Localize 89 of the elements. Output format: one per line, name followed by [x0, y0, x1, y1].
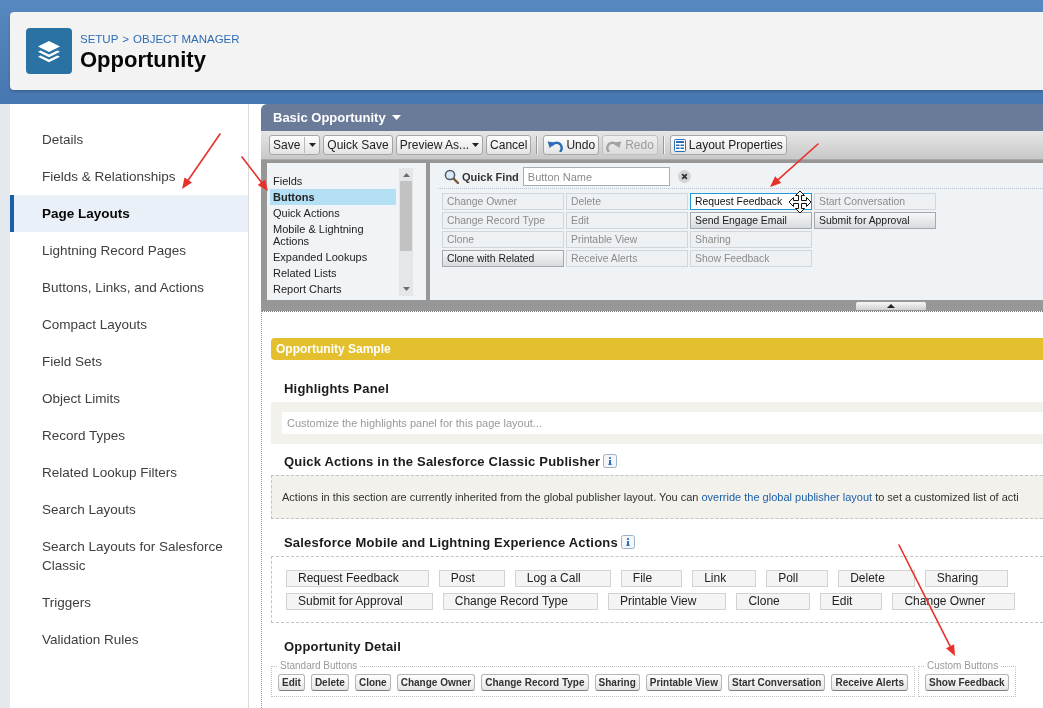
scrollbar-thumb[interactable] [400, 181, 412, 251]
sidebar-item[interactable]: Validation Rules [10, 621, 248, 658]
toolbar-button[interactable]: Layout Properties [669, 135, 787, 155]
action-item[interactable]: Link [692, 570, 757, 587]
highlights-drop-zone: Customize the highlights panel for this page layout... [282, 412, 1043, 434]
palette-item[interactable]: Submit for Approval [814, 212, 936, 229]
collapse-handle[interactable] [856, 302, 926, 310]
table-icon [673, 138, 686, 152]
sidebar-item[interactable]: Search Layouts for Salesforce Classic [10, 528, 248, 584]
palette-category[interactable]: Report Charts [270, 281, 396, 297]
layout-header-bar: Opportunity Sample [271, 338, 1043, 360]
section-title: Salesforce Mobile and Lightning Experience Actions [284, 534, 618, 550]
group-legend: Standard Buttons [278, 660, 360, 672]
toolbar-button[interactable]: Cancel [486, 135, 532, 155]
sidebar-item[interactable]: Object Limits [10, 380, 248, 417]
sidebar-item[interactable]: Related Lookup Filters [10, 454, 248, 491]
action-item[interactable]: Edit [819, 593, 883, 610]
toolbar-button[interactable]: Preview As... [395, 135, 484, 155]
layout-button[interactable]: Printable View [645, 674, 722, 691]
sidebar-item[interactable]: Search Layouts [10, 491, 248, 528]
action-item[interactable]: Clone [736, 593, 810, 610]
layout-button[interactable]: Show Feedback [925, 674, 1009, 691]
info-icon[interactable] [620, 535, 635, 549]
layers-icon [26, 28, 72, 74]
caret-down-icon [309, 143, 317, 147]
toolbar-button[interactable]: Quick Save [323, 135, 393, 155]
sidebar-item[interactable]: Record Types [10, 417, 248, 454]
layout-button[interactable]: Change Record Type [481, 674, 589, 691]
action-item[interactable]: Submit for Approval [286, 593, 433, 610]
palette-category[interactable]: Quick Actions [270, 205, 396, 221]
palette-category[interactable]: Related Lists [270, 265, 396, 281]
action-item[interactable]: Log a Call [514, 570, 611, 587]
sidebar-item[interactable]: Page Layouts [10, 195, 248, 232]
annotation-arrow [241, 156, 269, 192]
toolbar-button[interactable]: Undo [543, 135, 600, 155]
section-title: Highlights Panel [284, 380, 390, 396]
action-item[interactable]: File [620, 570, 683, 587]
caret-up-icon [887, 304, 895, 308]
action-item[interactable]: Delete [838, 570, 915, 587]
sidebar-item[interactable]: Buttons, Links, and Actions [10, 269, 248, 306]
caret-up-icon [402, 173, 410, 177]
action-item[interactable]: Sharing [924, 570, 1009, 587]
action-item[interactable]: Request Feedback [286, 570, 429, 587]
search-icon [444, 169, 459, 184]
layout-button[interactable]: Change Owner [396, 674, 476, 691]
action-item[interactable]: Printable View [607, 593, 727, 610]
caret-down-icon [391, 115, 401, 120]
palette-item[interactable]: Request Feedback [690, 193, 812, 210]
section-title: Quick Actions in the Salesforce Classic Publisher [284, 453, 601, 469]
action-item[interactable]: Change Record Type [442, 593, 598, 610]
layout-button[interactable]: Receive Alerts [831, 674, 908, 691]
sidebar-item[interactable]: Details [10, 121, 248, 158]
annotation-arrow [181, 133, 221, 190]
layout-button[interactable]: Start Conversation [727, 674, 826, 691]
info-icon[interactable] [603, 454, 618, 468]
action-item[interactable]: Post [438, 570, 505, 587]
publisher-message: Actions in this section are currently inherited from the global publisher layout. You can override the global publisher layout to set a customized list of acti [282, 491, 1019, 503]
clear-icon[interactable] [677, 170, 691, 183]
publisher-layout-link[interactable]: override the global publisher layout [701, 491, 873, 503]
palette-category[interactable]: Mobile & Lightning Actions [270, 221, 396, 249]
sidebar-item[interactable]: Triggers [10, 584, 248, 621]
sidebar-item[interactable]: Fields & Relationships [10, 158, 248, 195]
sidebar-item[interactable]: Field Sets [10, 343, 248, 380]
breadcrumb-link[interactable]: SETUP [80, 30, 119, 47]
scrollbar[interactable] [399, 168, 413, 296]
palette-category[interactable]: Fields [270, 173, 396, 189]
layout-selector[interactable]: Basic Opportunity [273, 110, 401, 125]
palette-item[interactable]: Clone with Related [442, 250, 564, 267]
caret-down-icon [472, 143, 480, 147]
toolbar-button[interactable]: Save [269, 135, 321, 155]
caret-down-icon [402, 287, 410, 291]
quick-find-label: Quick Find [462, 170, 519, 183]
sidebar-item[interactable]: Lightning Record Pages [10, 232, 248, 269]
section-title: Opportunity Detail [284, 638, 401, 654]
layout-button[interactable]: Delete [310, 674, 349, 691]
breadcrumb-link[interactable]: OBJECT MANAGER [133, 30, 240, 47]
layout-button[interactable]: Clone [354, 674, 391, 691]
palette-category[interactable]: Buttons [270, 189, 396, 205]
palette-category[interactable]: Expanded Lookups [270, 249, 396, 265]
layout-button[interactable]: Edit [278, 674, 305, 691]
layout-button[interactable]: Sharing [594, 674, 640, 691]
breadcrumb-separator: > [122, 31, 130, 47]
move-cursor-icon [788, 190, 812, 214]
page-title: Opportunity [80, 46, 207, 72]
group-legend: Custom Buttons [925, 660, 1001, 672]
palette-item[interactable]: Send Engage Email [690, 212, 812, 229]
quick-find-field[interactable]: Button Name [522, 167, 670, 186]
sidebar-item[interactable]: Compact Layouts [10, 306, 248, 343]
action-item[interactable]: Poll [766, 570, 829, 587]
